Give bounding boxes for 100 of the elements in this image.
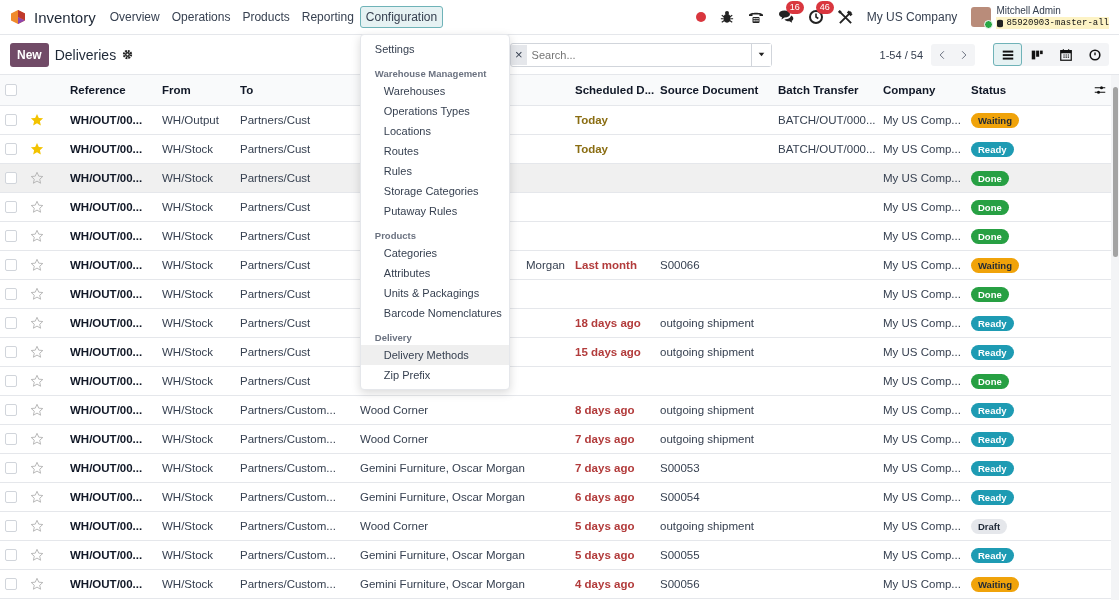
row-checkbox[interactable]	[5, 346, 17, 358]
row-checkbox[interactable]	[5, 259, 17, 271]
star-icon[interactable]	[30, 519, 44, 533]
row-checkbox[interactable]	[5, 230, 17, 242]
app-logo-icon[interactable]	[10, 8, 26, 26]
table-cell: WH/Stock	[162, 317, 214, 329]
dropdown-item[interactable]: Barcode Nomenclatures	[360, 303, 509, 323]
new-button[interactable]: New	[10, 42, 49, 67]
status-badge: Done	[971, 228, 1009, 244]
chat-icon[interactable]	[777, 9, 794, 25]
dropdown-item[interactable]: Warehouses	[360, 81, 509, 101]
dropdown-item[interactable]: Settings	[360, 39, 509, 59]
star-icon[interactable]	[30, 200, 44, 214]
dropdown-section-header: Delivery	[373, 331, 413, 345]
star-icon[interactable]	[30, 577, 44, 591]
app-name[interactable]: Inventory	[34, 8, 96, 26]
nav-menu-item[interactable]: Overview	[103, 6, 166, 28]
table-cell: 18 days ago	[575, 317, 641, 329]
star-icon[interactable]	[30, 403, 44, 417]
row-checkbox[interactable]	[5, 433, 17, 445]
dropdown-item[interactable]: Categories	[360, 243, 509, 263]
row-checkbox[interactable]	[5, 549, 17, 561]
company-switcher[interactable]: My US Company	[866, 10, 958, 24]
settings-icon[interactable]	[122, 49, 134, 60]
star-icon[interactable]	[30, 258, 44, 272]
star-icon[interactable]	[30, 374, 44, 388]
nav-menu-item[interactable]: Products	[236, 6, 296, 28]
row-checkbox[interactable]	[5, 491, 17, 503]
dropdown-item[interactable]: Units & Packagings	[360, 283, 509, 303]
star-icon[interactable]	[30, 171, 44, 185]
row-checkbox[interactable]	[5, 520, 17, 532]
star-icon[interactable]	[30, 142, 44, 156]
status-badge: Ready	[971, 460, 1014, 476]
user-avatar[interactable]	[971, 7, 992, 27]
table-cell: WH/OUT/00...	[70, 491, 143, 503]
dropdown-item[interactable]: Operations Types	[360, 101, 509, 121]
star-icon[interactable]	[30, 461, 44, 475]
pager-value[interactable]: 1-54 / 54	[879, 48, 923, 61]
row-checkbox[interactable]	[5, 578, 17, 590]
dropdown-item[interactable]: Zip Prefix	[360, 365, 509, 385]
table-cell: WH/OUT/00...	[70, 462, 143, 474]
chevron-right-icon	[959, 49, 969, 60]
search-input[interactable]: Search...	[526, 48, 751, 61]
table-cell: My US Comp...	[883, 259, 961, 271]
row-checkbox[interactable]	[5, 143, 17, 155]
star-icon[interactable]	[30, 316, 44, 330]
row-checkbox[interactable]	[5, 462, 17, 474]
remove-filter-button[interactable]: ×	[511, 44, 527, 65]
row-checkbox[interactable]	[5, 201, 17, 213]
star-icon[interactable]	[30, 490, 44, 504]
status-badge: Done	[971, 199, 1009, 215]
table-cell: WH/Stock	[162, 201, 214, 213]
clock-icon[interactable]	[807, 9, 824, 25]
select-all-checkbox[interactable]	[5, 84, 17, 96]
star-icon[interactable]	[30, 548, 44, 562]
table-cell: 8 days ago	[575, 404, 635, 416]
list-view-button[interactable]	[993, 43, 1022, 66]
dropdown-item[interactable]: Routes	[360, 141, 509, 161]
column-options-icon[interactable]	[1094, 84, 1106, 96]
table-cell: outgoing shipment	[660, 317, 754, 329]
dropdown-item[interactable]: Locations	[360, 121, 509, 141]
row-checkbox[interactable]	[5, 114, 17, 126]
dropdown-item[interactable]: Attributes	[360, 263, 509, 283]
row-checkbox[interactable]	[5, 317, 17, 329]
search-bar[interactable]: × Search...	[510, 42, 772, 67]
row-checkbox[interactable]	[5, 172, 17, 184]
nav-menu-item[interactable]: Reporting	[295, 6, 360, 28]
row-checkbox[interactable]	[5, 288, 17, 300]
table-cell: Partners/Custom...	[240, 491, 336, 503]
tools-icon[interactable]	[837, 9, 853, 25]
nav-menu-item[interactable]: Configuration	[359, 6, 444, 28]
table-cell: WH/Stock	[162, 143, 214, 155]
column-header[interactable]: Status	[971, 84, 1007, 96]
column-header[interactable]: From	[162, 84, 191, 96]
dropdown-item[interactable]: Storage Categories	[360, 181, 509, 201]
star-icon[interactable]	[30, 287, 44, 301]
chevron-left-icon	[937, 49, 947, 60]
column-header[interactable]: To	[240, 84, 254, 96]
star-icon[interactable]	[30, 229, 44, 243]
dropdown-item[interactable]: Delivery Methods	[360, 345, 509, 365]
table-cell: 5 days ago	[575, 520, 635, 532]
table-cell: Gemini Furniture, Oscar Morgan	[360, 549, 525, 561]
star-icon[interactable]	[30, 113, 44, 127]
star-icon[interactable]	[30, 432, 44, 446]
dropdown-item[interactable]: Putaway Rules	[360, 201, 509, 221]
scrollbar[interactable]	[1111, 75, 1119, 600]
row-checkbox[interactable]	[5, 375, 17, 387]
table-cell: Partners/Custom...	[240, 549, 336, 561]
table-cell: 15 days ago	[575, 346, 641, 358]
table-cell: Partners/Cust	[240, 201, 311, 213]
bug-icon[interactable]	[719, 10, 734, 24]
search-options-toggle[interactable]	[751, 43, 771, 66]
status-badge: Ready	[971, 141, 1014, 157]
nav-menu-item[interactable]: Operations	[165, 6, 237, 28]
table-cell: 7 days ago	[575, 462, 635, 474]
counter-badge: 46	[815, 1, 834, 14]
dropdown-item[interactable]: Rules	[360, 161, 509, 181]
record-dot-icon[interactable]	[695, 12, 706, 22]
row-checkbox[interactable]	[5, 404, 17, 416]
star-icon[interactable]	[30, 345, 44, 359]
